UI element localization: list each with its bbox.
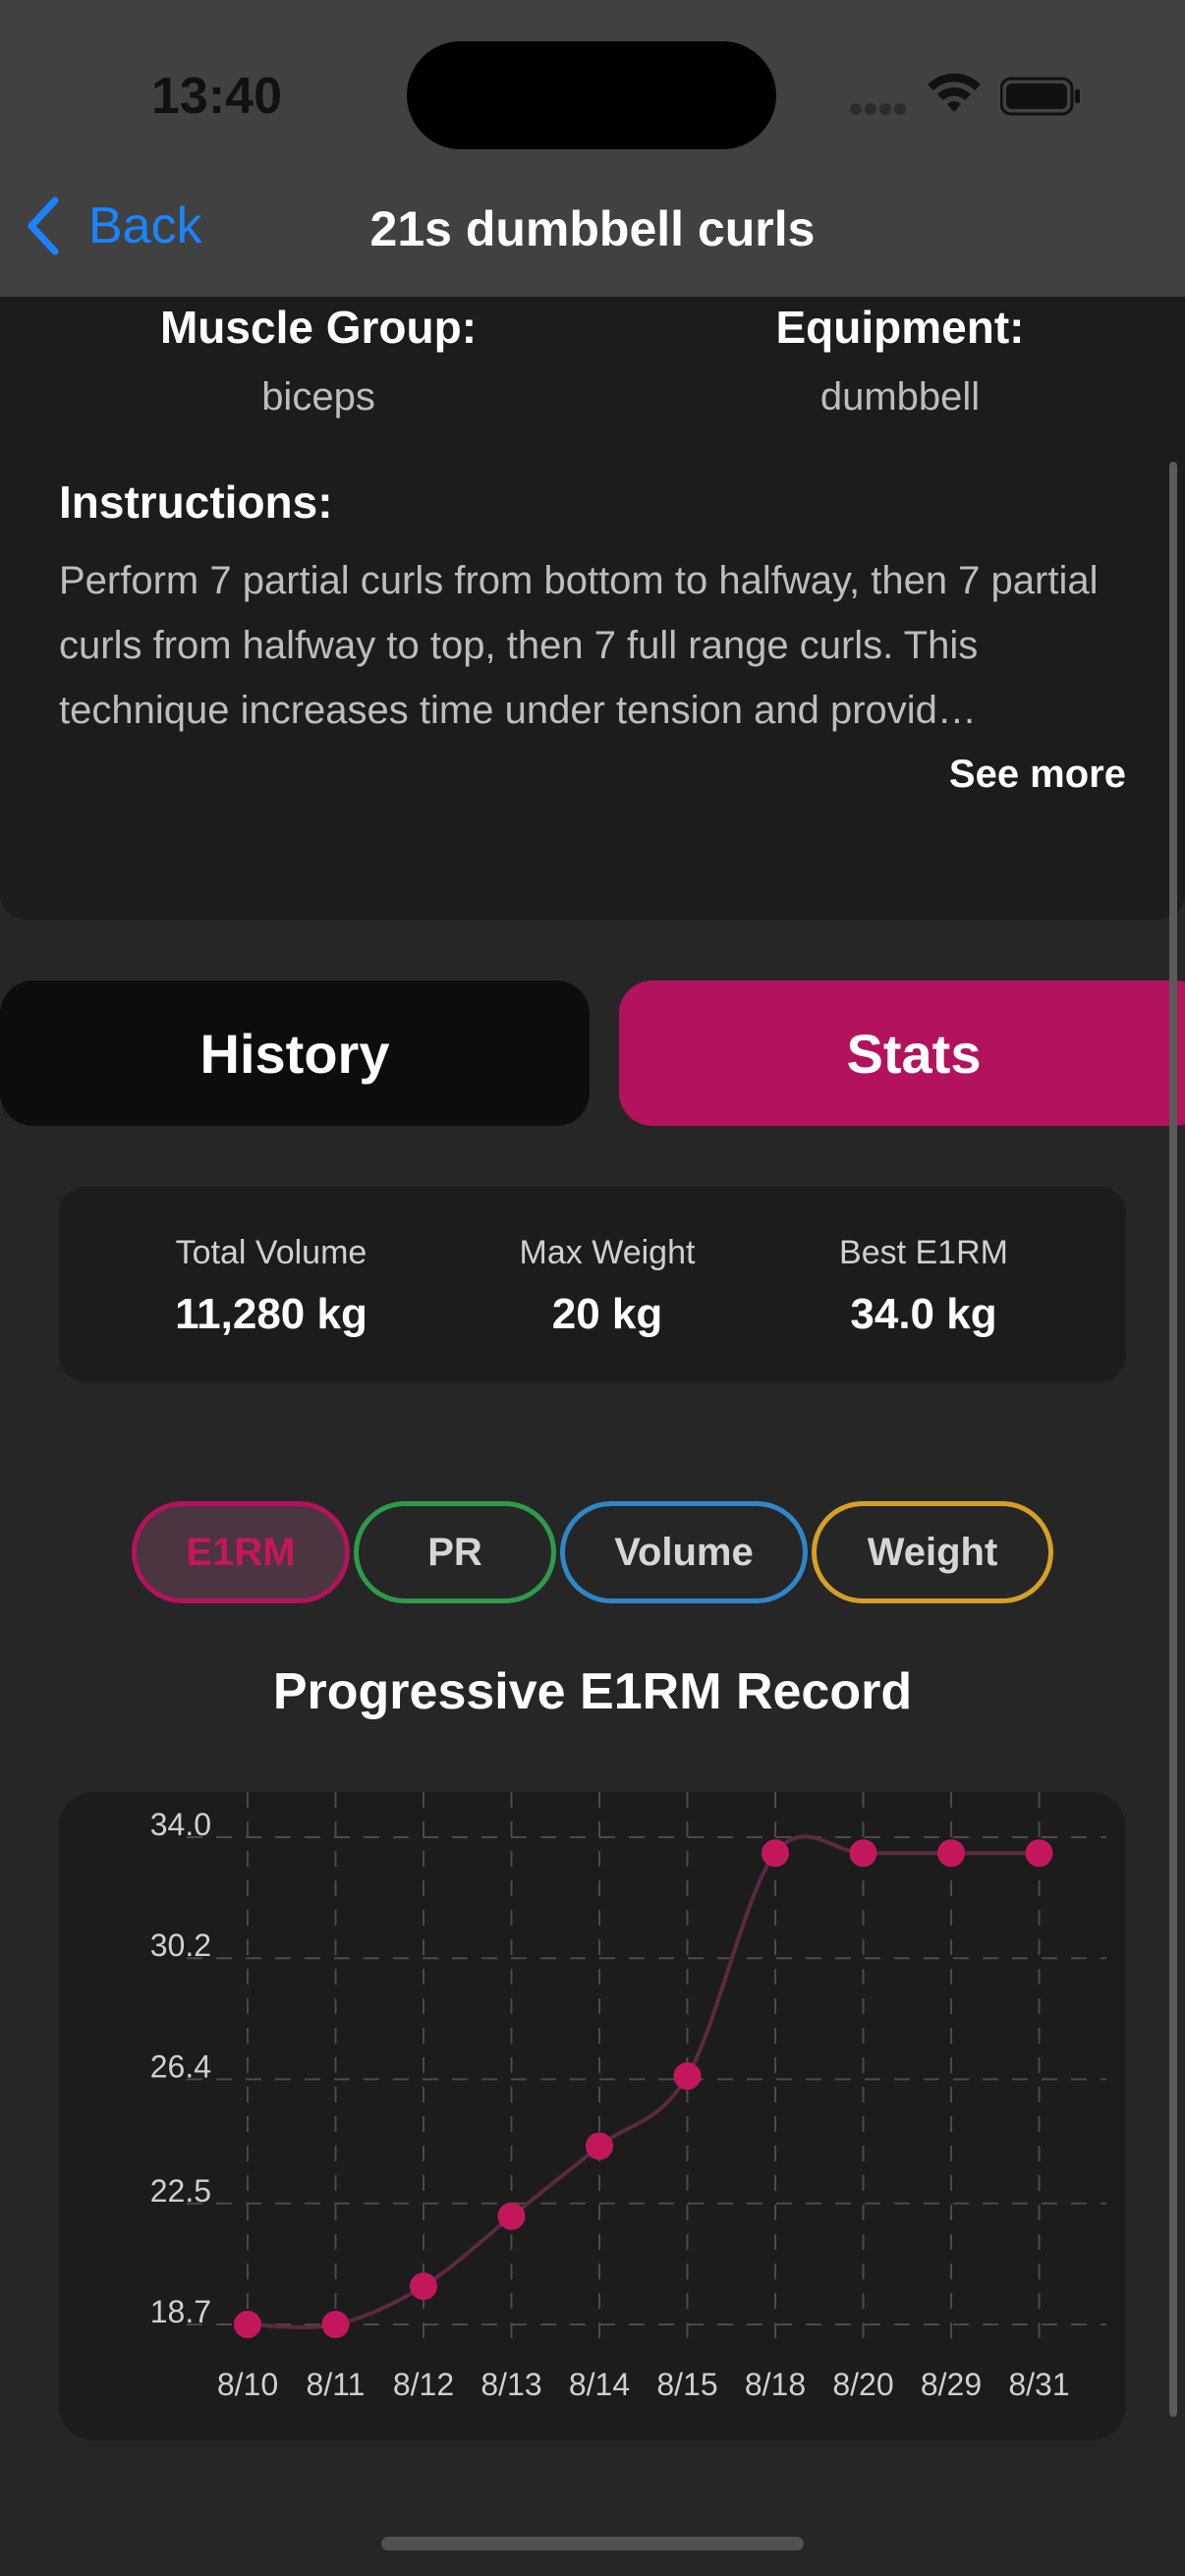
y-tick-label: 22.5 (150, 2173, 211, 2209)
x-tick-label: 8/11 (307, 2367, 366, 2402)
max-weight-value: 20 kg (551, 1290, 663, 1338)
dynamic-island (407, 41, 776, 149)
equipment-section: Equipment: dumbbell (605, 301, 1185, 420)
data-point (410, 2272, 437, 2301)
data-point (234, 2311, 261, 2338)
x-tick-label: 8/10 (217, 2367, 278, 2402)
chart-card: 34.0 30.2 26.4 22.5 18.7 8/10 8/11 8/12 8/13 8/14… (59, 1792, 1126, 2440)
e1rm-line-chart: 34.0 30.2 26.4 22.5 18.7 8/10 8/11 8/12 8/13 8/14… (150, 1792, 1106, 2402)
status-time: 13:40 (151, 68, 282, 125)
home-indicator[interactable] (381, 2537, 804, 2550)
navigation-bar: Back 21s dumbbell curls (0, 157, 1185, 297)
x-tick-label: 8/14 (569, 2367, 630, 2402)
instructions-text: Perform 7 partial curls from bottom to h… (59, 559, 1099, 732)
y-tick-label: 34.0 (150, 1807, 211, 1842)
status-bar: 13:40 (0, 0, 1185, 157)
best-e1rm-label: Best E1RM (839, 1234, 1008, 1271)
total-volume-stat: Total Volume 11,280 kg (114, 1234, 428, 1339)
data-point (497, 2202, 526, 2230)
y-tick-label: 18.7 (150, 2294, 211, 2329)
data-point (849, 1839, 877, 1868)
x-tick-label: 8/20 (832, 2367, 893, 2402)
max-weight-label: Max Weight (519, 1234, 696, 1271)
total-volume-value: 11,280 kg (175, 1290, 367, 1338)
cellular-signal-icon (850, 103, 906, 115)
data-point (586, 2132, 613, 2160)
instructions-label: Instructions: (59, 476, 333, 528)
equipment-value: dumbbell (819, 375, 981, 419)
data-point (937, 1839, 965, 1868)
muscle-group-section: Muscle Group: biceps (24, 301, 613, 420)
x-tick-label: 8/12 (393, 2367, 454, 2402)
x-tick-label: 8/18 (745, 2367, 806, 2402)
scrollbar[interactable] (1169, 462, 1177, 2417)
metric-pill-pr[interactable]: PR (354, 1501, 556, 1603)
page-title: 21s dumbbell curls (369, 201, 816, 256)
muscle-group-label: Muscle Group: (159, 302, 478, 353)
best-e1rm-value: 34.0 kg (850, 1290, 997, 1338)
y-tick-label: 26.4 (150, 2048, 211, 2084)
metric-pill-weight[interactable]: Weight (812, 1501, 1053, 1603)
chart-title: Progressive E1RM Record (272, 1663, 913, 1720)
metric-pill-volume[interactable]: Volume (560, 1501, 808, 1603)
data-point (673, 2062, 702, 2091)
wifi-icon (928, 73, 981, 112)
see-more-button[interactable]: See more (949, 753, 1126, 797)
x-tick-label: 8/31 (1008, 2367, 1069, 2402)
x-tick-label: 8/29 (921, 2367, 982, 2402)
y-tick-label: 30.2 (150, 1928, 211, 1963)
best-e1rm-stat: Best E1RM 34.0 kg (766, 1234, 1081, 1339)
max-weight-stat: Max Weight 20 kg (450, 1234, 764, 1339)
total-volume-label: Total Volume (175, 1234, 367, 1271)
series-line (247, 1834, 1040, 2329)
battery-icon (1000, 77, 1080, 116)
tab-stats[interactable]: Stats (619, 980, 1185, 1126)
data-point (321, 2311, 350, 2338)
data-point (1025, 1839, 1053, 1868)
stats-summary-card: Total Volume 11,280 kg Max Weight 20 kg … (59, 1187, 1126, 1381)
data-point (762, 1839, 789, 1868)
muscle-group-value: biceps (261, 375, 375, 419)
metric-pill-e1rm[interactable]: E1RM (132, 1501, 350, 1603)
x-tick-label: 8/15 (656, 2367, 717, 2402)
tab-history[interactable]: History (0, 980, 590, 1126)
x-tick-label: 8/13 (480, 2367, 541, 2402)
equipment-label: Equipment: (775, 302, 1025, 353)
